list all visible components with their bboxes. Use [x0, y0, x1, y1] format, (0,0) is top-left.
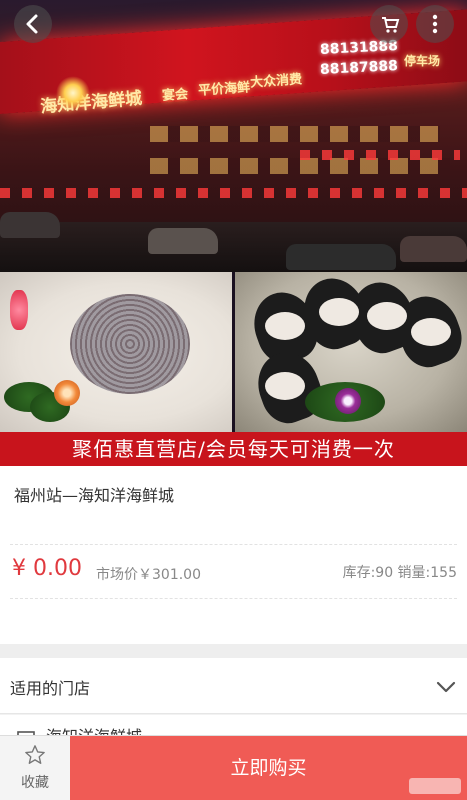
back-button[interactable]	[14, 5, 52, 43]
favorite-button[interactable]: 收藏	[0, 736, 70, 800]
applicable-stores-toggle[interactable]: 适用的门店	[0, 658, 467, 714]
applicable-stores-label: 适用的门店	[10, 679, 91, 698]
star-icon	[25, 745, 45, 764]
section-gap	[0, 644, 467, 658]
market-price: 市场价￥301.00	[96, 567, 201, 583]
product-price: ¥ 0.00	[12, 556, 82, 581]
product-info-panel: 福州站—海知洋海鲜城 ¥ 0.00 市场价￥301.00 库存:90 销量:15…	[0, 466, 467, 644]
product-image-gallery[interactable]: 海知洋海鲜城 宴会 平价海鲜 大众消费 88131888 88187888 停车…	[0, 0, 467, 466]
sign-item-banquet: 宴会	[161, 87, 189, 104]
sign-item-seafood: 平价海鲜	[197, 80, 251, 99]
bottom-action-bar: 收藏 立即购买	[0, 735, 467, 800]
buy-now-button[interactable]: 立即购买	[70, 736, 467, 800]
back-arrow-icon	[26, 14, 38, 34]
cart-icon	[382, 17, 400, 33]
divider	[10, 544, 457, 545]
watermark	[409, 778, 461, 794]
stock-sales-info: 库存:90 销量:155	[342, 565, 457, 581]
street	[0, 222, 467, 272]
favorite-label: 收藏	[21, 775, 49, 791]
chevron-down-icon	[436, 681, 456, 693]
more-vertical-icon	[432, 14, 438, 34]
promo-banner: 聚佰惠直营店/会员每天可消费一次	[0, 432, 467, 466]
sign-parking: 停车场	[404, 54, 441, 68]
sign-item-consumption: 大众消费	[249, 72, 303, 91]
octopus-dish-photo	[0, 272, 232, 432]
product-title: 福州站—海知洋海鲜城	[14, 486, 175, 505]
cart-button[interactable]	[370, 5, 408, 43]
scallop-dish-photo	[235, 272, 467, 432]
more-button[interactable]	[416, 5, 454, 43]
divider	[10, 598, 457, 599]
street-lamp	[56, 76, 90, 110]
